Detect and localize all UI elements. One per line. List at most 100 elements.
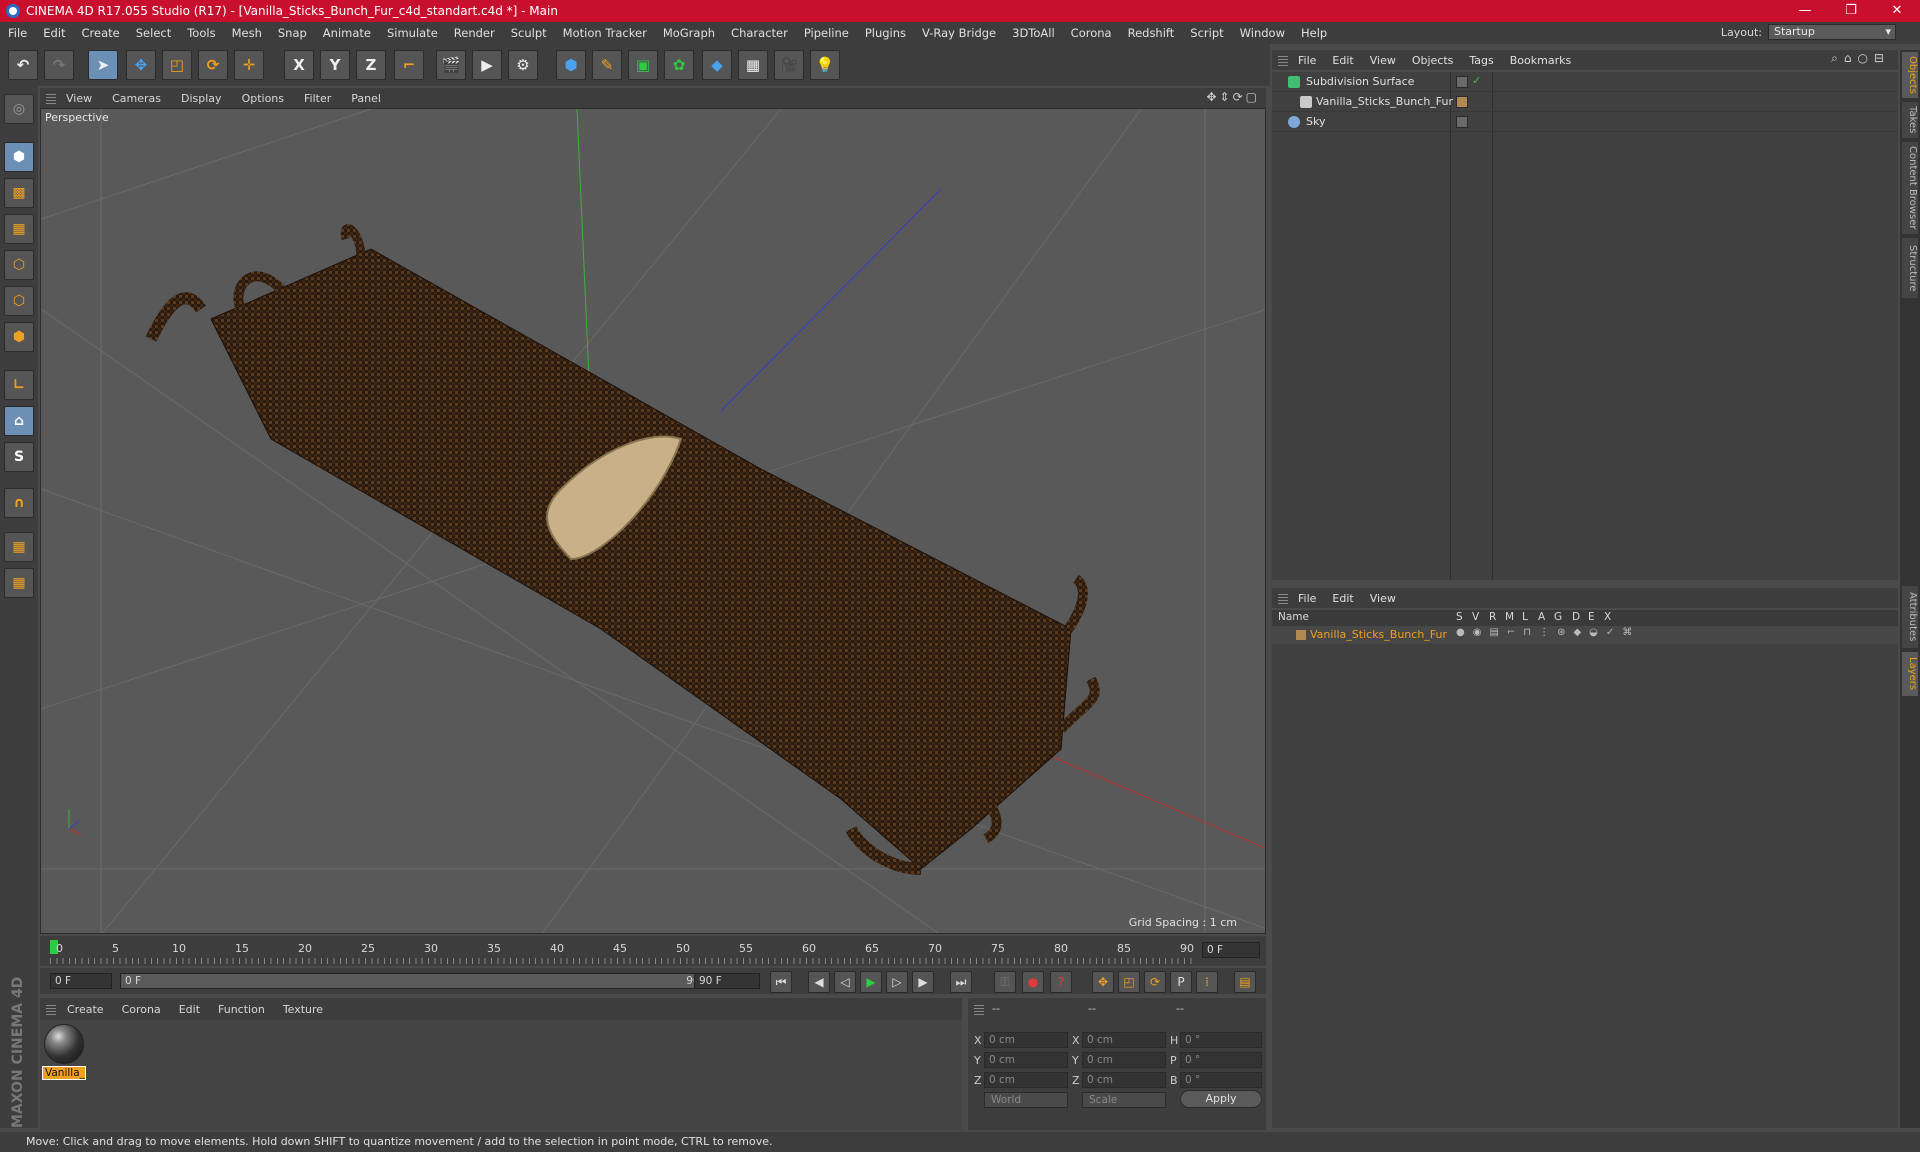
texture-mode-button[interactable]: ▩: [4, 178, 34, 208]
menu-character[interactable]: Character: [723, 26, 796, 40]
menu-render[interactable]: Render: [446, 26, 503, 40]
layer-menu-edit[interactable]: Edit: [1324, 592, 1361, 605]
pos-y-field[interactable]: 0 cm: [984, 1052, 1068, 1068]
tab-content-browser[interactable]: Content Browser: [1902, 142, 1918, 234]
add-cube-button[interactable]: ⬢: [556, 50, 586, 80]
timeline-ruler[interactable]: [50, 958, 1196, 964]
layer-color-swatch[interactable]: [1296, 630, 1306, 640]
layer-menu-view[interactable]: View: [1362, 592, 1404, 605]
object-row-subdivision-surface[interactable]: Subdivision Surface ✓: [1272, 72, 1898, 92]
previous-key-button[interactable]: ◀: [808, 971, 830, 993]
object-name[interactable]: Vanilla_Sticks_Bunch_Fur: [1316, 95, 1453, 108]
material-preview-icon[interactable]: [44, 1024, 84, 1064]
current-frame-field[interactable]: 0 F: [1202, 942, 1260, 958]
viewport-menu-filter[interactable]: Filter: [294, 92, 341, 105]
object-manager-search-icons[interactable]: ⌕⌂○⊟: [1831, 51, 1890, 66]
object-row-vanilla-sticks[interactable]: Vanilla_Sticks_Bunch_Fur: [1272, 92, 1898, 112]
next-key-button[interactable]: ▶: [912, 971, 934, 993]
motion-record-button[interactable]: ⚿: [994, 971, 1016, 993]
material-menu-corona[interactable]: Corona: [113, 1003, 170, 1016]
start-frame-field[interactable]: 0 F: [50, 973, 112, 989]
menu-mesh[interactable]: Mesh: [224, 26, 270, 40]
add-subdivision-button[interactable]: ▣: [628, 50, 658, 80]
coordinate-system-button[interactable]: ⌐: [394, 50, 424, 80]
timeline[interactable]: 0 5 10 15 20 25 30 35 40 45 50 55 60 65 …: [40, 936, 1266, 966]
add-camera-button[interactable]: 🎥: [774, 50, 804, 80]
tweak-mode-button[interactable]: ⌂: [4, 406, 34, 436]
layer-menu-file[interactable]: File: [1290, 592, 1324, 605]
menu-animate[interactable]: Animate: [315, 26, 379, 40]
menu-help[interactable]: Help: [1293, 26, 1335, 40]
object-menu-bookmarks[interactable]: Bookmarks: [1502, 54, 1579, 67]
menu-snap[interactable]: Snap: [270, 26, 315, 40]
menu-corona[interactable]: Corona: [1063, 26, 1120, 40]
size-x-field[interactable]: 0 cm: [1082, 1032, 1166, 1048]
scale-tool-button[interactable]: ◰: [162, 50, 192, 80]
layout-select[interactable]: Startup: [1768, 24, 1896, 40]
previous-frame-button[interactable]: ◁: [834, 971, 856, 993]
frame-range-slider[interactable]: 0 F 90 F: [120, 973, 726, 989]
record-button[interactable]: ●: [1022, 971, 1044, 993]
object-menu-view[interactable]: View: [1362, 54, 1404, 67]
menu-select[interactable]: Select: [128, 26, 179, 40]
object-row-sky[interactable]: Sky: [1272, 112, 1898, 132]
tab-structure[interactable]: Structure: [1902, 238, 1918, 298]
drag-handle-icon[interactable]: [974, 1003, 984, 1015]
render-picture-viewer-button[interactable]: ▶: [472, 50, 502, 80]
tab-attributes[interactable]: Attributes: [1902, 586, 1918, 648]
menu-plugins[interactable]: Plugins: [857, 26, 914, 40]
planar-workplane-button[interactable]: ▦: [4, 568, 34, 598]
select-tool-button[interactable]: ➤: [88, 50, 118, 80]
viewport-menu-display[interactable]: Display: [171, 92, 232, 105]
key-position-button[interactable]: ✥: [1092, 971, 1114, 993]
key-rotation-button[interactable]: ⟳: [1144, 971, 1166, 993]
menu-pipeline[interactable]: Pipeline: [796, 26, 857, 40]
live-selection-button[interactable]: ✛: [234, 50, 264, 80]
add-floor-button[interactable]: ▦: [738, 50, 768, 80]
menu-simulate[interactable]: Simulate: [379, 26, 446, 40]
go-to-start-button[interactable]: ⏮: [770, 971, 792, 993]
menu-window[interactable]: Window: [1232, 26, 1293, 40]
layer-tag[interactable]: [1456, 116, 1468, 128]
viewport-menu-view[interactable]: View: [56, 92, 102, 105]
tab-objects[interactable]: Objects: [1902, 52, 1918, 98]
viewport-menu-options[interactable]: Options: [232, 92, 294, 105]
pos-z-field[interactable]: 0 cm: [984, 1072, 1068, 1088]
model-mode-button[interactable]: ⬢: [4, 142, 34, 172]
menu-edit[interactable]: Edit: [35, 26, 73, 40]
menu-sculpt[interactable]: Sculpt: [503, 26, 555, 40]
tab-layers[interactable]: Layers: [1902, 652, 1918, 696]
viewport-menu-cameras[interactable]: Cameras: [102, 92, 171, 105]
key-scale-button[interactable]: ◰: [1118, 971, 1140, 993]
add-light-button[interactable]: 💡: [810, 50, 840, 80]
polygons-mode-button[interactable]: ⬢: [4, 322, 34, 352]
rot-p-field[interactable]: 0 °: [1180, 1052, 1262, 1068]
go-to-end-button[interactable]: ⏭: [950, 971, 972, 993]
z-axis-button[interactable]: Z: [356, 50, 386, 80]
drag-handle-icon[interactable]: [1278, 54, 1288, 66]
drag-handle-icon[interactable]: [46, 92, 56, 104]
object-name[interactable]: Subdivision Surface: [1306, 75, 1414, 88]
material-name-label[interactable]: Vanilla_: [42, 1066, 86, 1080]
render-view-button[interactable]: 🎬: [436, 50, 466, 80]
minimize-button[interactable]: —: [1782, 0, 1828, 22]
key-pla-button[interactable]: ⁞: [1196, 971, 1218, 993]
play-button[interactable]: ▶: [860, 971, 882, 993]
object-menu-objects[interactable]: Objects: [1404, 54, 1462, 67]
snap-button[interactable]: ∩: [4, 488, 34, 518]
menu-3dtoall[interactable]: 3DToAll: [1004, 26, 1063, 40]
layer-row[interactable]: Vanilla_Sticks_Bunch_Fur ●◉▤⌐⊓⋮⊛◆◒✓⌘: [1272, 626, 1898, 644]
menu-motion-tracker[interactable]: Motion Tracker: [555, 26, 655, 40]
drag-handle-icon[interactable]: [46, 1003, 56, 1015]
material-menu-create[interactable]: Create: [58, 1003, 113, 1016]
object-name[interactable]: Sky: [1306, 115, 1325, 128]
3d-viewport[interactable]: Perspective Grid Spacing : 1 cm: [40, 108, 1266, 934]
timeline-window-button[interactable]: ▤: [1234, 971, 1256, 993]
maximize-button[interactable]: ❐: [1828, 0, 1874, 22]
render-settings-button[interactable]: ⚙: [508, 50, 538, 80]
move-tool-button[interactable]: ✥: [126, 50, 156, 80]
tab-takes[interactable]: Takes: [1902, 102, 1918, 138]
menu-file[interactable]: File: [0, 26, 35, 40]
object-menu-tags[interactable]: Tags: [1461, 54, 1501, 67]
vanilla-sticks-model[interactable]: [145, 224, 1100, 875]
